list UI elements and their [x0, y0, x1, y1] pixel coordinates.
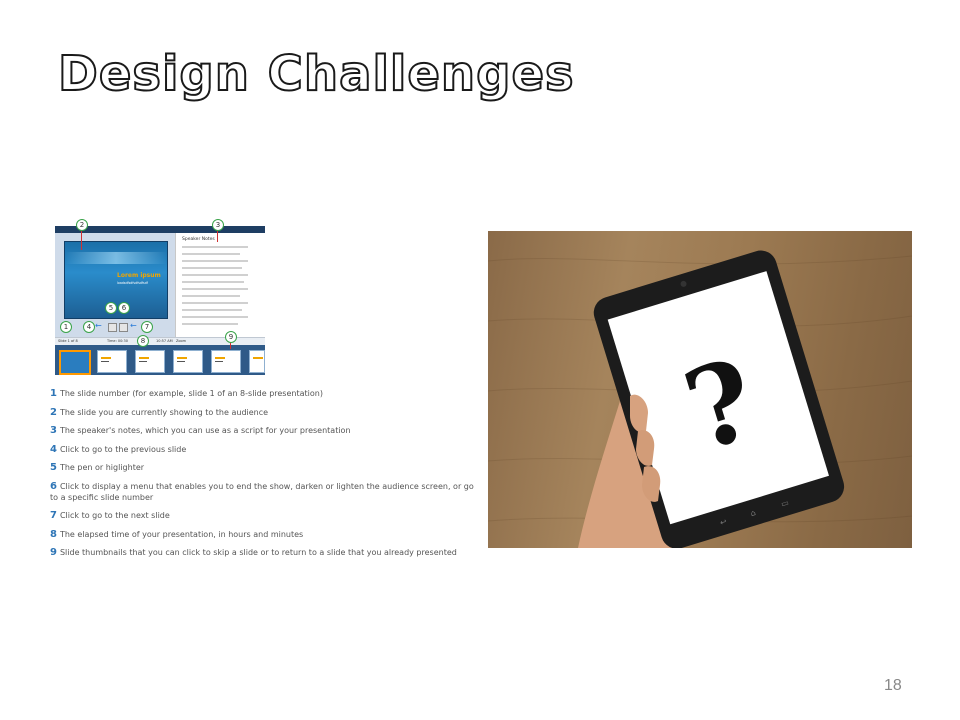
slide-wave-decoration	[65, 252, 167, 264]
slide-thumbnail[interactable]	[97, 350, 127, 373]
legend-text: Click to go to the next slide	[59, 511, 170, 520]
callout-8: 8	[137, 335, 149, 347]
notes-line	[182, 323, 238, 325]
legend-number: 5	[50, 462, 57, 473]
menu-icon[interactable]	[119, 323, 128, 332]
slide-preview-title: Lorem ipsum	[117, 272, 161, 279]
notes-line	[182, 267, 242, 269]
presenter-view-legend: 1 The slide number (for example, slide 1 …	[50, 388, 475, 566]
legend-number: 7	[50, 510, 57, 521]
slide-title: Design Challenges	[57, 45, 575, 103]
status-clock: 10:57 AM	[156, 339, 173, 343]
legend-text: Click to go to the previous slide	[59, 444, 187, 454]
notes-line	[182, 246, 248, 248]
slide-thumbnail[interactable]	[249, 350, 265, 373]
previous-slide-arrow-icon[interactable]: ←	[95, 321, 102, 330]
callout-6: 6	[118, 302, 130, 314]
legend-item: 7 Click to go to the next slide	[50, 510, 475, 521]
slide-thumbnail[interactable]	[211, 350, 241, 373]
tablet-question-photo: ? ↩ ⌂ ▭	[488, 231, 912, 548]
notes-line	[182, 295, 240, 297]
callout-5: 5	[105, 302, 117, 314]
legend-item: 2 The slide you are currently showing to …	[50, 407, 475, 418]
callout-leader-line	[81, 230, 82, 250]
legend-number: 3	[50, 425, 57, 436]
status-slide-number: Slide 1 of 8	[58, 339, 78, 343]
callout-2: 2	[76, 219, 88, 231]
legend-text: Slide thumbnails that you can click to s…	[59, 548, 457, 557]
notes-line	[182, 281, 244, 283]
speaker-notes-pane: Speaker Notes	[175, 233, 266, 337]
legend-item: 6 Click to display a menu that enables yo…	[50, 481, 475, 503]
current-slide-area: Lorem ipsum loadsdfsdfsdfsdfsdf	[55, 233, 175, 337]
notes-line	[182, 302, 248, 304]
callout-1: 1	[60, 321, 72, 333]
notes-line	[182, 288, 248, 290]
callout-7: 7	[141, 321, 153, 333]
slide-thumbnail[interactable]	[135, 350, 165, 373]
status-zoom: Zoom	[176, 339, 187, 343]
slide-thumbnail[interactable]	[59, 350, 91, 375]
speaker-notes-label: Speaker Notes	[182, 237, 215, 242]
notes-line	[182, 309, 242, 311]
legend-text: Click to display a menu that enables you…	[50, 481, 474, 502]
callout-4: 4	[83, 321, 95, 333]
legend-item: 9 Slide thumbnails that you can click to …	[50, 547, 475, 558]
status-elapsed-time: Time: 00:30	[107, 339, 128, 343]
legend-text: The elapsed time of your presentation, i…	[59, 529, 304, 539]
legend-text: The slide you are currently showing to t…	[59, 407, 269, 417]
callout-leader-line	[217, 230, 218, 242]
legend-item: 1 The slide number (for example, slide 1 …	[50, 388, 475, 399]
slide-thumbnail-strip	[55, 345, 265, 375]
callout-9: 9	[225, 331, 237, 343]
legend-text: The slide number (for example, slide 1 o…	[59, 389, 323, 398]
legend-number: 1	[50, 388, 57, 399]
legend-item: 3 The speaker's notes, which you can use …	[50, 425, 475, 436]
next-slide-arrow-icon[interactable]: ←	[130, 321, 137, 330]
callout-3: 3	[212, 219, 224, 231]
presenter-view-screenshot: Lorem ipsum loadsdfsdfsdfsdfsdf Speaker …	[55, 215, 266, 375]
legend-number: 2	[50, 406, 57, 418]
legend-number: 6	[50, 480, 57, 492]
notes-line	[182, 260, 248, 262]
notes-line	[182, 274, 248, 276]
page-number: 18	[884, 677, 902, 694]
slide-thumbnail[interactable]	[173, 350, 203, 373]
legend-item: 5 The pen or higlighter	[50, 462, 475, 473]
pen-icon[interactable]	[108, 323, 117, 332]
tablet-illustration: ? ↩ ⌂ ▭	[488, 250, 912, 548]
legend-item: 4 Click to go to the previous slide	[50, 444, 475, 455]
legend-text: The speaker's notes, which you can use a…	[59, 426, 351, 435]
legend-number: 9	[50, 547, 57, 558]
legend-number: 4	[50, 443, 57, 455]
notes-line	[182, 316, 248, 318]
notes-line	[182, 253, 240, 255]
legend-text: The pen or higlighter	[59, 463, 145, 472]
legend-item: 8 The elapsed time of your presentation, …	[50, 529, 475, 540]
legend-number: 8	[50, 528, 57, 540]
slide-preview-subtitle: loadsdfsdfsdfsdfsdf	[117, 281, 148, 285]
